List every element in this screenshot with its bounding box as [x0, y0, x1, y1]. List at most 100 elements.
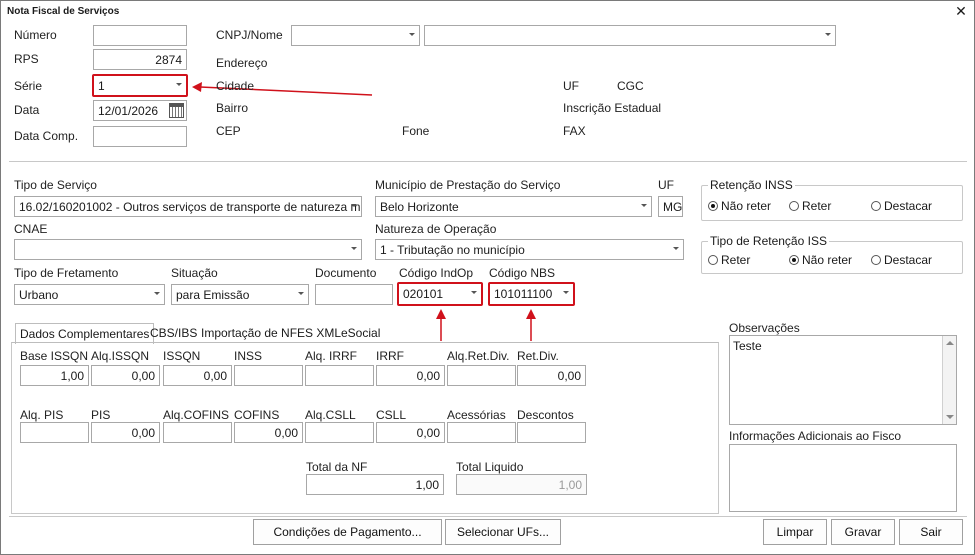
bairro-label: Bairro [216, 101, 249, 115]
numero-label: Número [14, 28, 57, 42]
footer-divider [9, 516, 967, 517]
window-title: Nota Fiscal de Serviços [7, 6, 120, 17]
serie-value: 1 [98, 79, 105, 93]
radio-circle[interactable] [708, 255, 718, 265]
scroll-up-icon[interactable] [946, 341, 954, 345]
base-issqn-field[interactable]: 1,00 [20, 365, 89, 386]
data-field[interactable]: 12/01/2026 [93, 100, 187, 121]
alq-cofins-field[interactable] [163, 422, 232, 443]
retencao-iss-title: Tipo de Retenção ISS [708, 234, 829, 248]
info-fisco-textarea[interactable] [729, 444, 957, 512]
close-icon[interactable]: ✕ [952, 3, 970, 19]
info-fisco-label: Informações Adicionais ao Fisco [729, 429, 902, 443]
issqn-label: ISSQN [163, 349, 201, 363]
cofins-label: COFINS [234, 408, 280, 422]
alq-ret-div-field[interactable] [447, 365, 516, 386]
total-liquido-field: 1,00 [456, 474, 587, 495]
alq-csll-field[interactable] [305, 422, 374, 443]
radio-label: Não reter [802, 253, 853, 267]
calendar-icon[interactable] [169, 103, 184, 118]
natureza-select[interactable]: 1 - Tributação no município [375, 239, 684, 260]
scrollbar[interactable] [942, 336, 956, 424]
radio-circle[interactable] [789, 201, 799, 211]
nbs-select[interactable]: 101011100 [488, 282, 575, 306]
fretamento-value: Urbano [19, 288, 59, 302]
iss-radio-nao-reter[interactable]: Não reter [789, 253, 852, 267]
chevron-down-icon [351, 204, 357, 207]
observacoes-value: Teste [733, 339, 762, 353]
documento-field[interactable] [315, 284, 393, 305]
indop-select[interactable]: 020101 [397, 282, 483, 306]
serie-select[interactable]: 1 [92, 74, 188, 97]
data-comp-field[interactable] [93, 126, 187, 147]
cnpj-select[interactable] [291, 25, 420, 46]
csll-field[interactable]: 0,00 [376, 422, 445, 443]
total-nf-field[interactable]: 1,00 [306, 474, 444, 495]
radio-label: Destacar [884, 199, 933, 213]
tab-esocial[interactable]: eSocial [337, 323, 384, 343]
issqn-field[interactable]: 0,00 [163, 365, 232, 386]
alq-pis-field[interactable] [20, 422, 89, 443]
alq-cofins-label: Alq.COFINS [163, 408, 230, 422]
descontos-field[interactable] [517, 422, 586, 443]
chevron-down-icon [409, 33, 415, 36]
chevron-down-icon [471, 291, 477, 294]
tab-importacao-nfes-xml[interactable]: Importação de NFES XML [197, 323, 345, 343]
irrf-field[interactable]: 0,00 [376, 365, 445, 386]
inss-radio-destacar[interactable]: Destacar [871, 199, 932, 213]
cnae-select[interactable] [14, 239, 362, 260]
annotation-arrow-indop [436, 309, 446, 341]
radio-circle[interactable] [871, 201, 881, 211]
radio-circle[interactable] [871, 255, 881, 265]
sair-button[interactable]: Sair [899, 519, 963, 545]
natureza-label: Natureza de Operação [375, 222, 497, 236]
pis-label: PIS [91, 408, 111, 422]
fax-label: FAX [563, 124, 586, 138]
tipo-servico-select[interactable]: 16.02/160201002 - Outros serviços de tra… [14, 196, 362, 217]
pis-field[interactable]: 0,00 [91, 422, 160, 443]
municipio-select[interactable]: Belo Horizonte [375, 196, 652, 217]
gravar-button[interactable]: Gravar [831, 519, 895, 545]
condicoes-pagamento-button[interactable]: Condições de Pagamento... [253, 519, 442, 545]
inss-label: INSS [234, 349, 263, 363]
inss-field[interactable] [234, 365, 303, 386]
acessorias-label: Acessórias [447, 408, 506, 422]
annotation-arrow-nbs [526, 309, 536, 341]
scroll-down-icon[interactable] [946, 415, 954, 419]
alq-irrf-field[interactable] [305, 365, 374, 386]
numero-field[interactable] [93, 25, 187, 46]
alq-issqn-label: Alq.ISSQN [91, 349, 150, 363]
radio-label: Reter [721, 253, 751, 267]
cofins-field[interactable]: 0,00 [234, 422, 303, 443]
cnae-label: CNAE [14, 222, 48, 236]
observacoes-textarea[interactable]: Teste [729, 335, 957, 425]
radio-circle[interactable] [708, 201, 718, 211]
radio-label: Não reter [721, 199, 772, 213]
retencao-inss-title: Retenção INSS [708, 178, 795, 192]
cgc-label: CGC [617, 79, 644, 93]
limpar-button[interactable]: Limpar [763, 519, 827, 545]
nome-select[interactable] [424, 25, 836, 46]
rps-field[interactable]: 2874 [93, 49, 187, 70]
service-uf-field[interactable]: MG [658, 196, 683, 217]
radio-circle[interactable] [789, 255, 799, 265]
inss-radio-reter[interactable]: Reter [789, 199, 831, 213]
rps-label: RPS [14, 52, 39, 66]
alq-irrf-label: Alq. IRRF [305, 349, 358, 363]
tab-cbs-ibs[interactable]: CBS/IBS [146, 323, 201, 343]
csll-label: CSLL [376, 408, 407, 422]
ret-div-field[interactable]: 0,00 [517, 365, 586, 386]
inss-radio-nao-reter[interactable]: Não reter [708, 199, 771, 213]
tab-dados-complementares[interactable]: Dados Complementares [15, 323, 155, 344]
situacao-select[interactable]: para Emissão [171, 284, 309, 305]
fretamento-select[interactable]: Urbano [14, 284, 165, 305]
selecionar-ufs-button[interactable]: Selecionar UFs... [445, 519, 561, 545]
iss-radio-reter[interactable]: Reter [708, 253, 750, 267]
descontos-label: Descontos [517, 408, 574, 422]
nbs-label: Código NBS [489, 266, 556, 280]
alq-issqn-field[interactable]: 0,00 [91, 365, 160, 386]
municipio-label: Município de Prestação do Serviço [375, 178, 561, 192]
iss-radio-destacar[interactable]: Destacar [871, 253, 932, 267]
acessorias-field[interactable] [447, 422, 516, 443]
chevron-down-icon [825, 33, 831, 36]
